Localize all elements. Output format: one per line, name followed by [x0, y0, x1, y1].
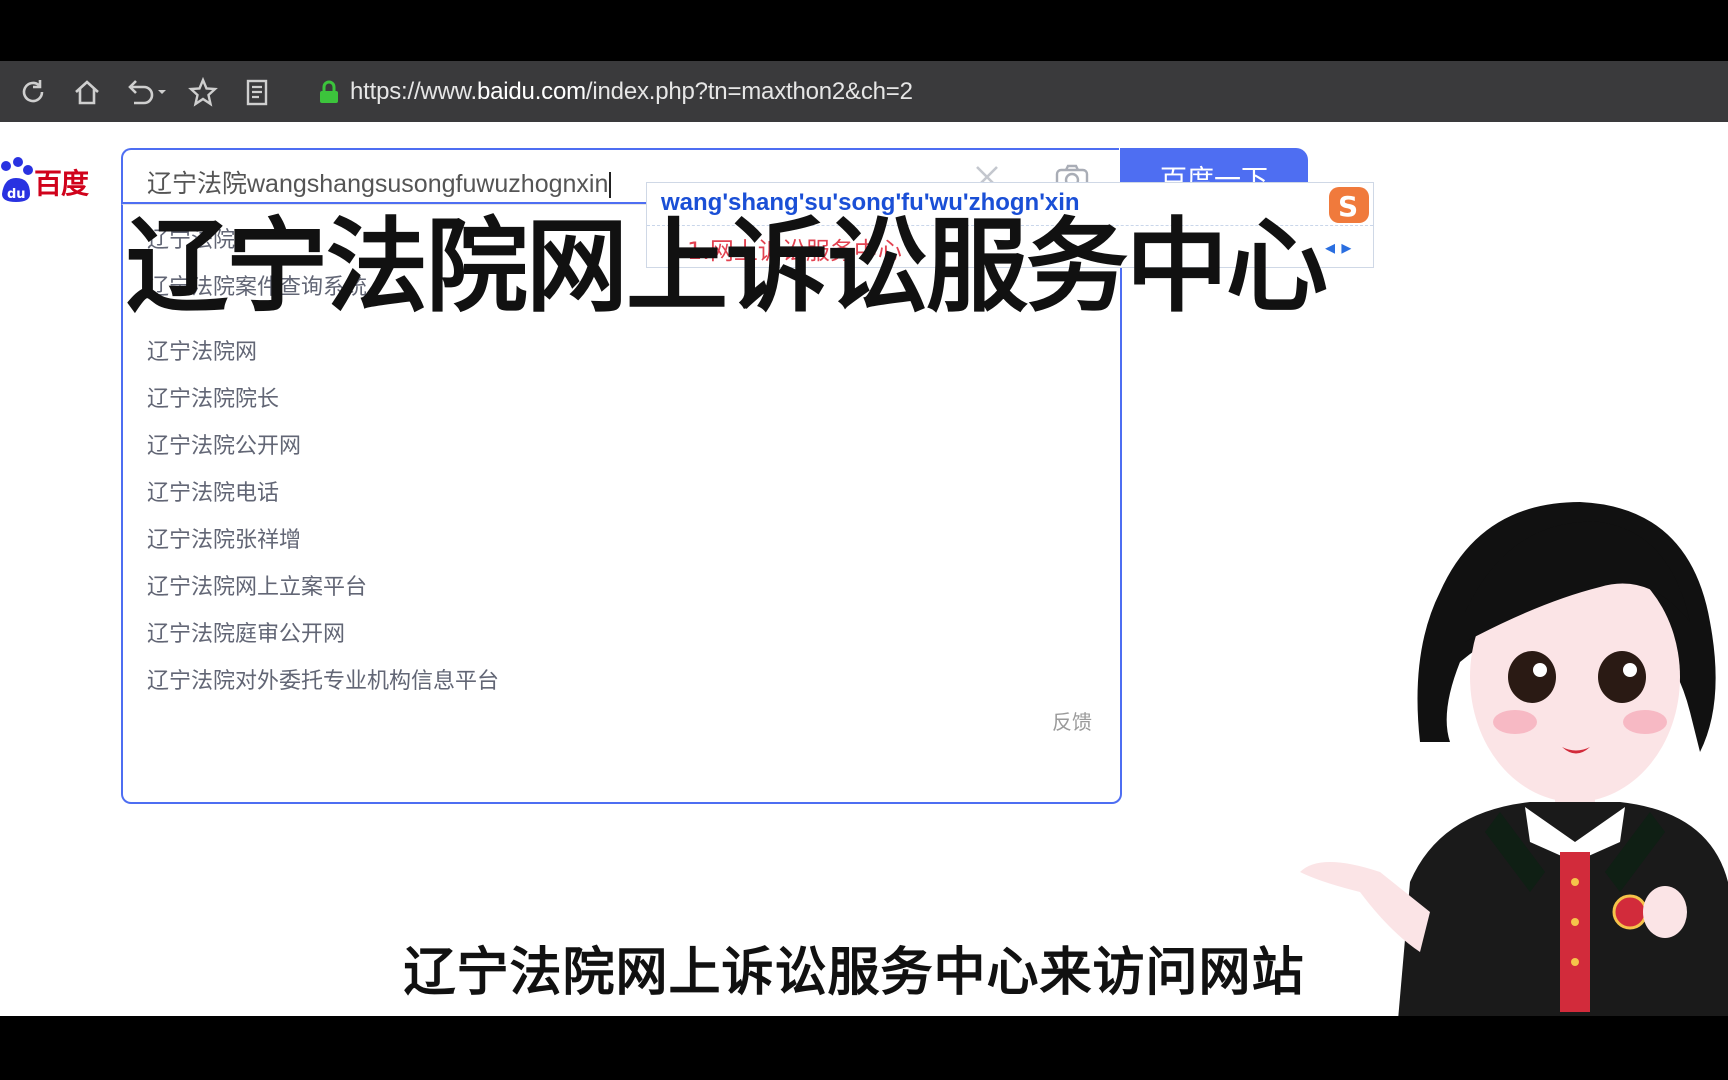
home-icon[interactable]: [70, 75, 104, 109]
ime-page-arrows-icon[interactable]: ◂ ▸: [1325, 235, 1351, 259]
suggestion-item[interactable]: 辽宁法院公开网: [147, 428, 301, 460]
url-prefix: https://www.: [350, 78, 477, 105]
svg-text:S: S: [1338, 190, 1358, 223]
search-input-value: 辽宁法院wangshangsusongfuwuzhognxin: [147, 164, 612, 200]
suggestion-item[interactable]: 辽宁法院网: [147, 334, 257, 366]
video-subtitle-text: 辽宁法院网上诉讼服务中心来访问网站: [403, 943, 1305, 1003]
video-frame: https://www.baidu.com/index.php?tn=maxth…: [0, 0, 1728, 1080]
star-icon[interactable]: [186, 75, 220, 109]
presenter-avatar-icon: [1300, 502, 1728, 1016]
lock-icon: [320, 80, 338, 103]
search-value: 辽宁法院wangshangsusongfuwuzhognxin: [147, 170, 609, 198]
video-title-overlay: 辽宁法院网上诉讼服务中心: [126, 208, 1328, 327]
url-text: https://www.baidu.com/index.php?tn=maxth…: [350, 78, 913, 106]
sogou-ime-icon: S: [1329, 187, 1369, 223]
web-page: du 百度 辽宁法院wangshangsusongfuwuzhognxin 百度…: [0, 122, 1728, 1016]
suggestion-item[interactable]: 辽宁法院张祥增: [147, 522, 301, 554]
suggestion-item[interactable]: 辽宁法院对外委托专业机构信息平台: [147, 663, 499, 695]
url-path: /index.php?tn=maxthon2&ch=2: [585, 78, 913, 105]
letterbox-bottom: [0, 1016, 1728, 1080]
text-caret: [609, 172, 612, 199]
feedback-link[interactable]: 反馈: [1052, 706, 1092, 735]
suggestion-item[interactable]: 辽宁法院电话: [147, 475, 279, 507]
baidu-logo-text: 百度: [34, 167, 89, 200]
undo-icon[interactable]: [122, 75, 170, 109]
browser-toolbar: https://www.baidu.com/index.php?tn=maxth…: [0, 61, 1728, 122]
suggestion-item[interactable]: 辽宁法院网上立案平台: [147, 569, 367, 601]
suggestion-item[interactable]: 辽宁法院院长: [147, 381, 279, 413]
refresh-icon[interactable]: [16, 75, 50, 109]
reader-icon[interactable]: [240, 75, 274, 109]
video-subtitle: 辽宁法院网上诉讼服务中心来访问网站: [0, 930, 1728, 1005]
letterbox-top: [0, 0, 1728, 61]
url-domain: baidu.com: [476, 78, 586, 105]
address-bar[interactable]: https://www.baidu.com/index.php?tn=maxth…: [318, 75, 913, 109]
svg-text:du: du: [7, 187, 26, 202]
suggestion-item[interactable]: 辽宁法院庭审公开网: [147, 616, 345, 648]
